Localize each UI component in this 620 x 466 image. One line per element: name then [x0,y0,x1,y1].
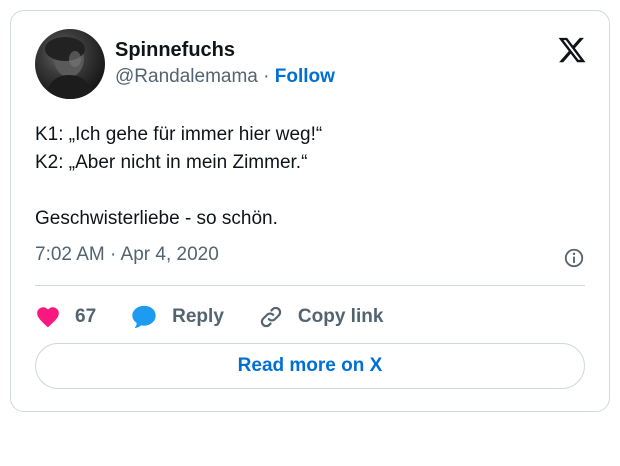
author-handle-row: @Randalemama · Follow [115,66,335,88]
tweet-text: K1: „Ich gehe für immer hier weg!“ K2: „… [35,121,575,233]
read-more-label: Read more on X [237,355,383,376]
x-logo-icon[interactable] [557,35,587,65]
tweet-timestamp[interactable]: 7:02 AM · Apr 4, 2020 [35,244,219,266]
tweet-card: Spinnefuchs @Randalemama · Follow K1: „I… [10,10,610,412]
follow-button[interactable]: Follow [275,66,335,87]
tweet-line: K1: „Ich gehe für immer hier weg!“ [35,124,323,145]
reply-label: Reply [172,306,224,327]
avatar[interactable] [35,29,105,99]
link-icon [260,306,282,328]
like-button[interactable]: 67 [35,304,96,330]
author-display-name[interactable]: Spinnefuchs [115,39,235,62]
tweet-line-blank [35,177,575,205]
copy-link-button[interactable]: Copy link [258,304,384,330]
heart-icon [37,307,59,328]
author-handle[interactable]: @Randalemama [115,66,258,87]
copy-link-label: Copy link [297,306,384,327]
tweet-line: Geschwisterliebe - so schön. [35,208,278,229]
read-more-button[interactable]: Read more on X [35,343,585,389]
divider [35,285,585,286]
like-count: 67 [75,306,97,327]
info-icon[interactable] [563,247,585,269]
tweet-line: K2: „Aber nicht in mein Zimmer.“ [35,152,308,173]
avatar-image [45,37,95,99]
reply-button[interactable]: Reply [130,303,224,331]
action-bar: 67 Reply Copy link [35,299,417,335]
speech-bubble-icon [132,305,156,329]
handle-separator: · [263,66,270,87]
